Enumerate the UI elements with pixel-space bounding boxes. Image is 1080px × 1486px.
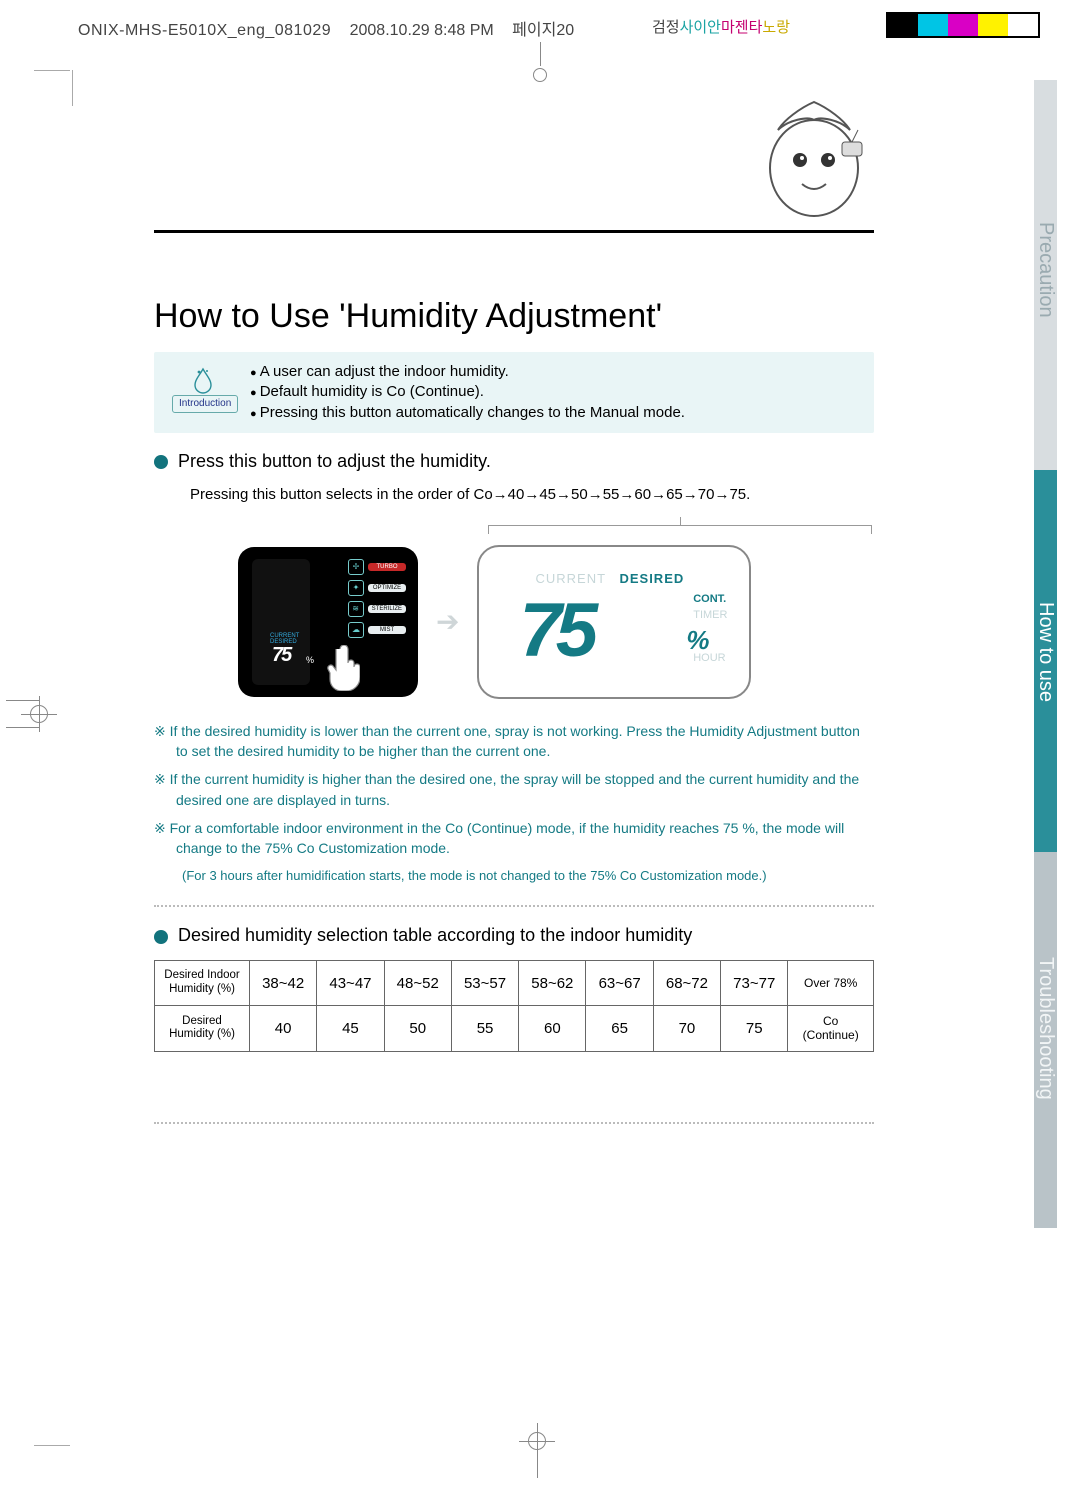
table-cell: 50 [384, 1005, 451, 1051]
sterilize-button: STERILIZE [368, 605, 406, 613]
droplet-icon [188, 366, 218, 388]
section-bullet: Desired humidity selection table accordi… [154, 925, 874, 946]
table-cell: 55 [451, 1005, 518, 1051]
control-panel-illustration: CURRENT DESIRED 75 % ✢TURBO ✦OPTIMIZE ≋S… [238, 547, 418, 697]
table-cell: Over 78% [788, 961, 874, 1006]
introduction-box: Introduction A user can adjust the indoo… [154, 352, 874, 433]
notes-block: If the desired humidity is lower than th… [154, 721, 874, 886]
sequence-text: Pressing this button selects in the orde… [190, 486, 874, 503]
table-cell: 45 [317, 1005, 384, 1051]
crop-mark-top [530, 42, 550, 84]
table-cell: 63~67 [586, 961, 653, 1006]
table-cell: 73~77 [721, 961, 788, 1006]
current-label: CURRENT [535, 571, 606, 586]
table-row-label: Desired Humidity (%) [155, 1005, 250, 1051]
optimize-button: OPTIMIZE [368, 584, 406, 592]
wave-icon: ≋ [348, 601, 364, 617]
section-bullet: Press this button to adjust the humidity… [154, 451, 874, 472]
color-registration-bars [886, 12, 1040, 38]
sequence-bracket [488, 511, 872, 533]
side-tabs: Precaution How to use Troubleshooting [1034, 80, 1080, 1228]
desired-label: DESIRED [619, 571, 684, 586]
table-cell: 40 [250, 1005, 317, 1051]
table-cell: 65 [586, 1005, 653, 1051]
humidity-table: Desired Indoor Humidity (%) 38~42 43~47 … [154, 960, 874, 1051]
registration-mark-left [6, 700, 48, 728]
horizontal-rule [154, 230, 874, 233]
tab-precaution: Precaution [1034, 80, 1057, 470]
timer-label: TIMER [693, 607, 727, 624]
table-cell: 38~42 [250, 961, 317, 1006]
table-cell: 53~57 [451, 961, 518, 1006]
registration-label: 검정사이안마젠타노랑 [652, 16, 790, 37]
table-cell: 75 [721, 1005, 788, 1051]
display-illustration: CURRENT DESIRED 75 CONT. TIMER HOUR % [477, 545, 751, 699]
mascot-illustration [754, 90, 874, 220]
table-cell: 43~47 [317, 961, 384, 1006]
crop-marks-left [34, 70, 74, 1446]
tab-how-to-use: How to use [1034, 470, 1057, 852]
note-item: If the desired humidity is lower than th… [154, 721, 874, 762]
table-cell: Co (Continue) [788, 1005, 874, 1051]
table-row-label: Desired Indoor Humidity (%) [155, 961, 250, 1006]
table-cell: 58~62 [519, 961, 586, 1006]
datetime: 2008.10.29 8:48 PM [350, 22, 494, 39]
display-digits: 75 [519, 587, 592, 674]
table-cell: 70 [653, 1005, 720, 1051]
intro-item: Default humidity is Co (Continue). [250, 382, 860, 402]
filename: ONIX-MHS-E5010X_eng_081029 [78, 22, 331, 39]
intro-item: A user can adjust the indoor humidity. [250, 362, 860, 382]
tab-troubleshooting: Troubleshooting [1034, 852, 1057, 1228]
note-item: If the current humidity is higher than t… [154, 769, 874, 810]
table-cell: 68~72 [653, 961, 720, 1006]
finger-press-icon [326, 645, 360, 691]
intro-item: Pressing this button automatically chang… [250, 403, 860, 423]
registration-mark-bottom [528, 1432, 546, 1478]
turbo-button: TURBO [368, 563, 406, 571]
dotted-divider [154, 1122, 874, 1124]
mist-button: MIST [368, 626, 406, 634]
intro-label: Introduction [172, 395, 238, 413]
page-number: 페이지20 [512, 22, 574, 39]
page-title: How to Use 'Humidity Adjustment' [154, 297, 874, 336]
percent-label: % [686, 625, 709, 656]
note-item: For a comfortable indoor environment in … [154, 818, 874, 859]
dotted-divider [154, 905, 874, 907]
fan-icon: ✢ [348, 559, 364, 575]
table-cell: 60 [519, 1005, 586, 1051]
cont-label: CONT. [693, 591, 727, 608]
star-icon: ✦ [348, 580, 364, 596]
mist-icon: ☁ [348, 622, 364, 638]
table-cell: 48~52 [384, 961, 451, 1006]
note-subitem: (For 3 hours after humidification starts… [154, 867, 874, 886]
arrow-right-icon: ➔ [436, 605, 459, 638]
